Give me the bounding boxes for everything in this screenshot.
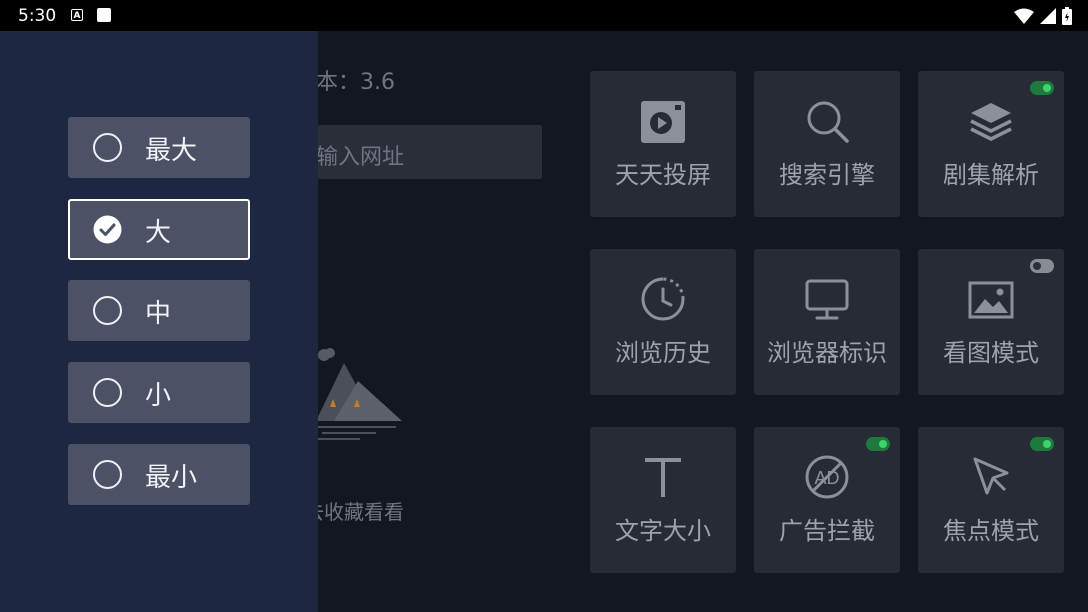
font-size-option-large[interactable]: 大 bbox=[68, 199, 250, 260]
search-icon bbox=[807, 101, 849, 143]
image-mode-toggle[interactable] bbox=[1030, 259, 1054, 273]
tile-text-size[interactable]: 文字大小 bbox=[590, 427, 736, 573]
tile-cast[interactable]: 天天投屏 bbox=[590, 71, 736, 217]
tile-label: 剧集解析 bbox=[943, 161, 1039, 189]
ad-block-icon: AD bbox=[805, 455, 849, 499]
tile-label: 看图模式 bbox=[943, 339, 1039, 367]
tile-focus-mode[interactable]: 焦点模式 bbox=[918, 427, 1064, 573]
episode-parse-toggle[interactable] bbox=[1030, 81, 1054, 95]
font-size-option-medium[interactable]: 中 bbox=[68, 280, 250, 341]
tile-label: 天天投屏 bbox=[615, 161, 711, 189]
tile-user-agent[interactable]: 浏览器标识 bbox=[754, 249, 900, 395]
tile-label: 搜索引擎 bbox=[779, 161, 875, 189]
tile-episode-parse[interactable]: 剧集解析 bbox=[918, 71, 1064, 217]
option-label: 最大 bbox=[145, 136, 198, 166]
option-label: 中 bbox=[145, 299, 172, 329]
radio-unchecked-icon bbox=[93, 460, 122, 489]
cast-screen-icon bbox=[641, 101, 685, 143]
empty-favorites-text: 去收藏看看 bbox=[304, 500, 404, 524]
notification-square-icon bbox=[97, 8, 111, 22]
status-time: 5:30 bbox=[18, 6, 57, 26]
ad-block-toggle[interactable] bbox=[866, 437, 890, 451]
url-input[interactable]: 输入网址 bbox=[310, 125, 542, 179]
text-size-icon bbox=[645, 458, 681, 497]
monitor-icon bbox=[805, 279, 849, 320]
tile-image-mode[interactable]: 看图模式 bbox=[918, 249, 1064, 395]
history-clock-icon bbox=[641, 277, 685, 321]
cursor-icon bbox=[973, 457, 1009, 495]
wifi-icon bbox=[1014, 8, 1034, 24]
version-text: 本：3.6 bbox=[316, 70, 395, 95]
font-size-option-small[interactable]: 小 bbox=[68, 362, 250, 423]
font-size-drawer: 最大 大 中 小 最小 bbox=[0, 31, 318, 612]
font-size-option-smallest[interactable]: 最小 bbox=[68, 444, 250, 505]
tile-ad-block[interactable]: AD 广告拦截 bbox=[754, 427, 900, 573]
tile-label: 浏览器标识 bbox=[767, 339, 887, 367]
radio-unchecked-icon bbox=[93, 296, 122, 325]
radio-checked-icon bbox=[93, 215, 122, 244]
focus-mode-toggle[interactable] bbox=[1030, 437, 1054, 451]
font-size-option-largest[interactable]: 最大 bbox=[68, 117, 250, 178]
option-label: 小 bbox=[145, 381, 172, 411]
radio-unchecked-icon bbox=[93, 378, 122, 407]
tile-label: 文字大小 bbox=[615, 517, 711, 545]
image-icon bbox=[968, 281, 1014, 319]
tile-history[interactable]: 浏览历史 bbox=[590, 249, 736, 395]
radio-unchecked-icon bbox=[93, 133, 122, 162]
layers-icon bbox=[970, 103, 1012, 141]
battery-icon bbox=[1062, 7, 1072, 25]
option-label: 最小 bbox=[145, 463, 198, 493]
signal-icon bbox=[1040, 8, 1056, 24]
tile-search-engine[interactable]: 搜索引擎 bbox=[754, 71, 900, 217]
tile-label: 焦点模式 bbox=[943, 517, 1039, 545]
url-placeholder: 输入网址 bbox=[316, 145, 405, 170]
option-label: 大 bbox=[145, 218, 172, 248]
empty-favorites-illustration bbox=[316, 348, 402, 440]
tile-label: 浏览历史 bbox=[615, 339, 711, 367]
tile-label: 广告拦截 bbox=[779, 517, 875, 545]
status-bar: 5:30 A bbox=[0, 0, 1088, 31]
keyboard-notification-icon: A bbox=[71, 9, 83, 21]
